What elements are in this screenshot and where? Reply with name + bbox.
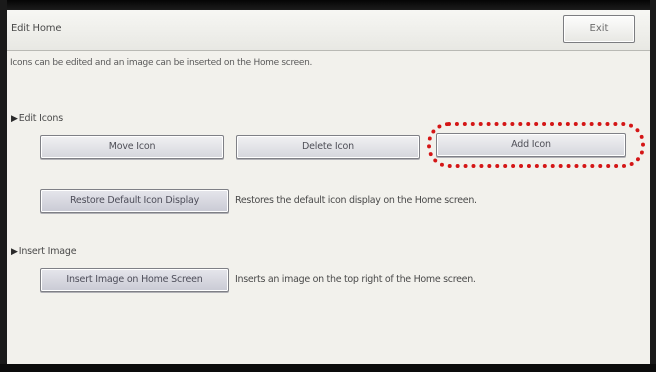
- edit-icons-heading: ▶Edit Icons: [11, 113, 63, 124]
- triangle-right-icon: ▶: [11, 247, 18, 257]
- restore-default-icon-display-button[interactable]: Restore Default Icon Display: [40, 189, 229, 213]
- triangle-right-icon: ▶: [11, 114, 18, 124]
- display-bezel-bottom: [0, 364, 656, 372]
- title-bar: Edit Home Exit: [7, 10, 650, 51]
- move-icon-button[interactable]: Move Icon: [40, 135, 224, 159]
- display-bezel-right: [650, 0, 656, 372]
- insert-image-on-home-screen-button[interactable]: Insert Image on Home Screen: [40, 268, 229, 292]
- display-bezel-top: [0, 0, 656, 10]
- display-bezel-left: [0, 0, 7, 372]
- exit-button[interactable]: Exit: [563, 15, 635, 43]
- edit-home-screen: Edit Home Exit Icons can be edited and a…: [7, 10, 650, 364]
- insert-image-heading-label: Insert Image: [18, 246, 77, 257]
- restore-default-description: Restores the default icon display on the…: [235, 195, 477, 206]
- insert-image-description: Inserts an image on the top right of the…: [235, 274, 476, 285]
- delete-icon-button[interactable]: Delete Icon: [236, 135, 420, 159]
- add-icon-button[interactable]: Add Icon: [436, 133, 626, 157]
- insert-image-heading: ▶Insert Image: [11, 246, 77, 257]
- page-title: Edit Home: [11, 23, 62, 34]
- screen-description: Icons can be edited and an image can be …: [10, 58, 313, 68]
- edit-icons-heading-label: Edit Icons: [18, 113, 63, 124]
- photo-frame: Edit Home Exit Icons can be edited and a…: [0, 0, 656, 372]
